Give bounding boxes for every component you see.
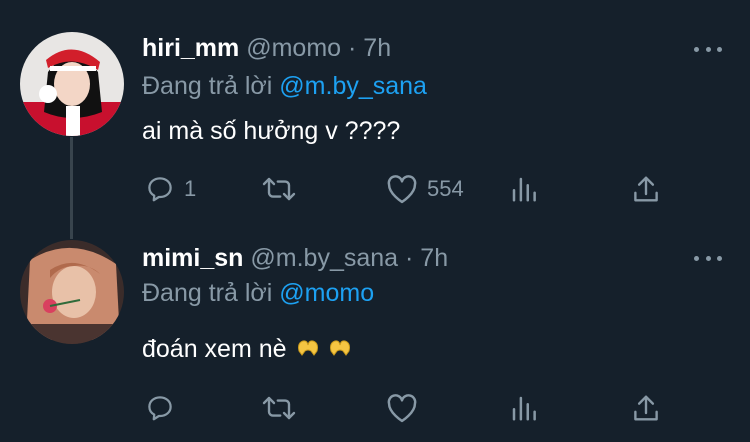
analytics-button[interactable] [510,174,538,204]
replying-to: Đang trả lời @m.by_sana [142,72,427,101]
more-icon[interactable] [694,253,722,263]
analytics-icon [512,396,536,421]
analytics-icon [512,177,536,202]
retweet-button[interactable] [260,393,306,423]
tweet-1[interactable]: hiri_mm @momo · 7h Đang trả lời @m.by_sa… [0,0,750,225]
share-button[interactable] [632,174,660,204]
retweet-button[interactable] [260,174,306,204]
like-button[interactable] [385,393,427,423]
user-handle[interactable]: @m.by_sana [250,244,398,272]
display-name[interactable]: hiri_mm [142,34,239,62]
heart-hands-emoji [330,340,351,356]
share-icon [634,395,658,421]
avatar-mimi-sn[interactable] [20,240,124,344]
mention-link[interactable]: @m.by_sana [279,72,427,100]
timestamp[interactable]: 7h [363,34,391,62]
like-button[interactable]: 554 [385,174,464,204]
separator: · [405,244,414,272]
mention-link[interactable]: @momo [279,279,374,307]
replying-to: Đang trả lời @momo [142,279,374,308]
timestamp[interactable]: 7h [420,244,448,272]
retweet-icon [262,396,296,420]
separator: · [348,34,357,62]
tweet-text-row: đoán xem nè [142,335,352,364]
replying-to-label: Đang trả lời [142,279,273,307]
display-name[interactable]: mimi_sn [142,244,243,272]
reply-icon [148,396,172,421]
share-icon [634,176,658,202]
tweet-header: hiri_mm @momo · 7h [142,34,391,63]
share-button[interactable] [632,393,660,423]
avatar-hiri-mm[interactable] [20,32,124,136]
replying-to-label: Đang trả lời [142,72,273,100]
reply-count: 1 [184,176,197,201]
heart-hands-emoji [297,340,318,356]
analytics-button[interactable] [510,393,538,423]
reply-icon [148,177,172,202]
reply-button[interactable]: 1 [144,174,196,204]
more-icon[interactable] [694,44,722,54]
tweet-header: mimi_sn @m.by_sana · 7h [142,244,448,273]
like-count: 554 [427,176,464,201]
like-icon [387,175,417,204]
retweet-icon [262,177,296,201]
tweet-text: đoán xem nè [142,335,287,363]
tweet-text: ai mà số hưởng v ???? [142,117,401,145]
reply-button[interactable] [144,393,184,423]
tweet-2[interactable]: mimi_sn @m.by_sana · 7h Đang trả lời @mo… [0,225,750,442]
user-handle[interactable]: @momo [246,34,341,62]
like-icon [387,394,417,423]
